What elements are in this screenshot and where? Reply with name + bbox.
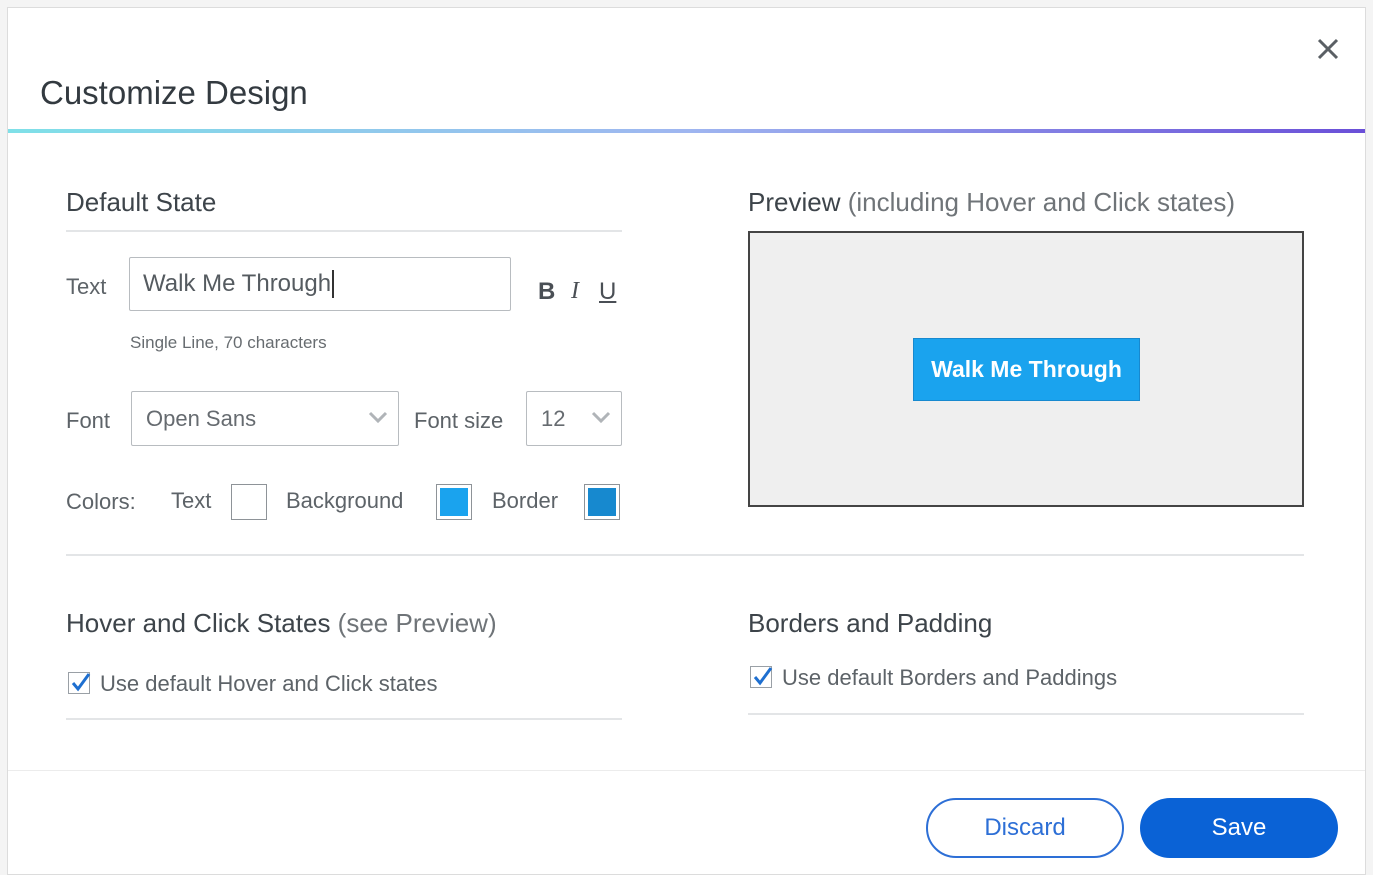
save-button[interactable]: Save bbox=[1140, 798, 1338, 858]
color-text-label: Text bbox=[171, 488, 212, 513]
font-size-label: Font size bbox=[414, 408, 504, 433]
hover-click-title-main: Hover and Click States bbox=[66, 608, 331, 638]
font-size-select[interactable]: 12 bbox=[526, 391, 622, 446]
text-label: Text bbox=[66, 274, 107, 299]
checkmark-icon bbox=[71, 673, 91, 692]
borders-padding-checkbox-label[interactable]: Use default Borders and Paddings bbox=[782, 665, 1117, 691]
colors-label: Colors: bbox=[66, 489, 136, 514]
font-label: Font bbox=[66, 408, 111, 433]
border-color-fill bbox=[588, 488, 616, 516]
font-size-value: 12 bbox=[541, 405, 566, 431]
italic-button[interactable]: I bbox=[571, 278, 579, 305]
hover-click-checkbox[interactable] bbox=[68, 672, 91, 694]
border-color-swatch[interactable] bbox=[584, 484, 620, 520]
hover-click-checkbox-label[interactable]: Use default Hover and Click states bbox=[100, 671, 438, 697]
chevron-down-icon bbox=[591, 411, 611, 424]
preview-title-main: Preview bbox=[748, 187, 841, 217]
borders-padding-checkbox[interactable] bbox=[750, 666, 773, 688]
underline-button[interactable]: U bbox=[599, 278, 616, 306]
text-color-fill bbox=[235, 488, 263, 516]
customize-design-dialog: Customize Design Default State Text Walk… bbox=[7, 7, 1366, 875]
discard-button[interactable]: Discard bbox=[926, 798, 1124, 858]
footer-divider bbox=[8, 770, 1365, 771]
checkmark-icon bbox=[753, 667, 773, 686]
hover-click-title: Hover and Click States (see Preview) bbox=[66, 608, 497, 639]
color-background-label: Background bbox=[286, 488, 404, 513]
button-text-input[interactable]: Walk Me Through bbox=[129, 257, 511, 311]
button-text-value: Walk Me Through bbox=[143, 270, 332, 297]
header-divider bbox=[8, 129, 1365, 133]
section-divider bbox=[66, 554, 1304, 556]
dialog-title: Customize Design bbox=[40, 74, 308, 111]
hover-click-divider bbox=[66, 718, 622, 720]
font-select[interactable]: Open Sans bbox=[131, 391, 399, 446]
preview-area: Walk Me Through bbox=[748, 231, 1304, 507]
color-border-label: Border bbox=[492, 488, 559, 513]
preview-title: Preview (including Hover and Click state… bbox=[748, 187, 1235, 218]
borders-padding-title: Borders and Padding bbox=[748, 608, 993, 638]
preview-title-sub: (including Hover and Click states) bbox=[840, 187, 1235, 217]
chevron-down-icon bbox=[368, 411, 388, 424]
hover-click-title-sub: (see Preview) bbox=[330, 608, 497, 638]
font-select-value: Open Sans bbox=[146, 405, 257, 431]
preview-button[interactable]: Walk Me Through bbox=[913, 338, 1140, 401]
background-color-swatch[interactable] bbox=[436, 484, 472, 520]
borders-padding-divider bbox=[748, 713, 1304, 715]
default-state-title: Default State bbox=[66, 187, 217, 217]
background-color-fill bbox=[440, 488, 468, 516]
text-color-swatch[interactable] bbox=[231, 484, 267, 520]
default-state-divider bbox=[66, 230, 622, 232]
close-icon[interactable] bbox=[1311, 32, 1345, 66]
text-hint: Single Line, 70 characters bbox=[130, 333, 327, 352]
text-caret bbox=[332, 270, 335, 298]
bold-button[interactable]: B bbox=[538, 278, 555, 306]
